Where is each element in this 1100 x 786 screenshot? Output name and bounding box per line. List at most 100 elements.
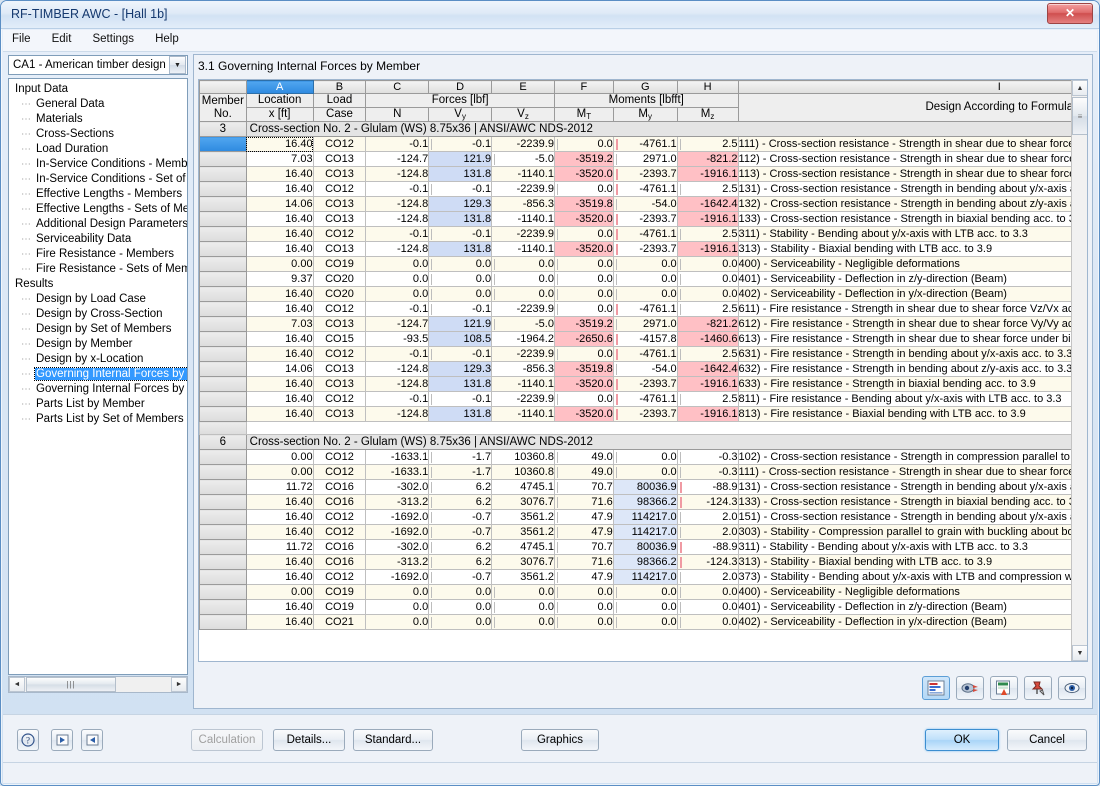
cell-force-n[interactable]: -0.1	[365, 301, 430, 317]
cell-force-vy[interactable]: 131.8	[428, 166, 493, 182]
cell-location[interactable]: 16.40	[245, 241, 314, 257]
column-header-f[interactable]: F	[553, 80, 614, 94]
cell-force-vy[interactable]: 131.8	[428, 406, 493, 422]
next-page-button[interactable]	[81, 729, 103, 751]
menu-item-help[interactable]: Help	[146, 30, 188, 48]
cell-force-vy[interactable]: 6.2	[428, 539, 493, 555]
cell-location[interactable]: 16.40	[245, 554, 314, 570]
cell-force-n[interactable]: 0.0	[365, 286, 430, 302]
cell-location[interactable]: 16.40	[245, 286, 314, 302]
cell-moment-my[interactable]: 80036.9	[612, 479, 678, 495]
cell-moment-mt[interactable]: 0.0	[553, 181, 614, 197]
member-no-cell[interactable]	[199, 479, 247, 495]
cell-force-vz[interactable]: 0.0	[491, 286, 555, 302]
cell-moment-mt[interactable]: 47.9	[553, 509, 614, 525]
cell-force-vz[interactable]: 10360.8	[491, 464, 555, 480]
cell-location[interactable]: 16.40	[245, 166, 314, 182]
cell-force-n[interactable]: -1692.0	[365, 569, 430, 585]
cell-design-formula[interactable]: 313) - Stability - Biaxial bending with …	[737, 554, 1087, 570]
cell-force-vz[interactable]: -1140.1	[491, 241, 555, 257]
cell-moment-mt[interactable]: 47.9	[553, 569, 614, 585]
cell-moment-mz[interactable]: -1916.1	[676, 211, 739, 227]
scroll-down-icon[interactable]: ▼	[1072, 645, 1087, 661]
cell-design-formula[interactable]: 813) - Fire resistance - Biaxial bending…	[737, 406, 1087, 422]
standard-button[interactable]: Standard...	[353, 729, 433, 751]
cell-location[interactable]: 0.00	[245, 464, 314, 480]
cell-force-vz[interactable]: 0.0	[491, 614, 555, 630]
cell-moment-mz[interactable]: 2.5	[676, 226, 739, 242]
cell-design-formula[interactable]: 400) - Serviceability - Negligible defor…	[737, 256, 1087, 272]
cell-force-vz[interactable]: -856.3	[491, 196, 555, 212]
cell-force-n[interactable]: -1692.0	[365, 509, 430, 525]
cell-location[interactable]: 14.06	[245, 361, 314, 377]
cell-location[interactable]: 16.40	[245, 569, 314, 585]
cell-moment-my[interactable]: 0.0	[612, 614, 678, 630]
cell-design-formula[interactable]: 132) - Cross-section resistance - Streng…	[737, 196, 1087, 212]
column-header-c[interactable]: C	[365, 80, 430, 94]
results-vertical-scrollbar[interactable]: ▲ ≡ ▼	[1071, 80, 1087, 661]
cell-force-n[interactable]: -302.0	[365, 539, 430, 555]
cell-force-vy[interactable]: -0.1	[428, 181, 493, 197]
member-no-cell[interactable]	[199, 211, 247, 227]
cell-moment-my[interactable]: 98366.2	[612, 554, 678, 570]
cell-design-formula[interactable]: 131) - Cross-section resistance - Streng…	[737, 479, 1087, 495]
member-no-cell[interactable]: 3	[199, 121, 247, 137]
cell-force-vy[interactable]: -0.7	[428, 524, 493, 540]
cell-force-vy[interactable]: -0.7	[428, 509, 493, 525]
cell-moment-mz[interactable]: -821.2	[676, 151, 739, 167]
tree-item-design-by-set-of-members[interactable]: ⋯ Design by Set of Members	[9, 322, 187, 337]
cell-moment-mz[interactable]: 0.0	[676, 584, 739, 600]
cell-force-n[interactable]: -0.1	[365, 136, 430, 152]
tree-item-design-by-x-location[interactable]: ⋯ Design by x-Location	[9, 352, 187, 367]
cell-force-vy[interactable]: 121.9	[428, 316, 493, 332]
cell-design-formula[interactable]: 612) - Fire resistance - Strength in she…	[737, 316, 1087, 332]
cell-force-n[interactable]: -1633.1	[365, 449, 430, 465]
menu-item-settings[interactable]: Settings	[83, 30, 143, 48]
cell-location[interactable]: 16.40	[245, 331, 314, 347]
cell-force-vz[interactable]: -1140.1	[491, 406, 555, 422]
cell-force-vy[interactable]: 129.3	[428, 361, 493, 377]
cell-moment-mt[interactable]: 0.0	[553, 346, 614, 362]
scrollbar-thumb-vertical[interactable]: ≡	[1072, 97, 1087, 135]
cell-force-vz[interactable]: 4745.1	[491, 479, 555, 495]
cell-moment-mt[interactable]: -3520.0	[553, 241, 614, 257]
tree-item-serviceability-data[interactable]: ⋯ Serviceability Data	[9, 232, 187, 247]
cell-force-vz[interactable]: 0.0	[491, 271, 555, 287]
cell-force-vz[interactable]: -1140.1	[491, 166, 555, 182]
export-excel-icon[interactable]	[990, 676, 1018, 700]
details-button[interactable]: Details...	[273, 729, 345, 751]
cell-location[interactable]: 16.40	[245, 614, 314, 630]
ok-button[interactable]: OK	[925, 729, 999, 751]
cell-force-n[interactable]: -124.8	[365, 406, 430, 422]
cell-load-case[interactable]: CO13	[312, 166, 367, 182]
cell-moment-mt[interactable]: -3519.8	[553, 196, 614, 212]
column-header-e[interactable]: E	[491, 80, 555, 94]
cell-force-n[interactable]: 0.0	[365, 271, 430, 287]
cell-design-formula[interactable]: 111) - Cross-section resistance - Streng…	[737, 136, 1087, 152]
member-no-cell[interactable]	[199, 331, 247, 347]
cell-force-vy[interactable]: -0.1	[428, 346, 493, 362]
member-no-cell[interactable]	[199, 391, 247, 407]
cell-force-vy[interactable]: -0.1	[428, 301, 493, 317]
cell-design-formula[interactable]: 402) - Serviceability - Deflection in y/…	[737, 286, 1087, 302]
member-no-cell[interactable]	[199, 584, 247, 600]
tree-group-input-data[interactable]: Input Data	[9, 82, 187, 97]
cell-force-n[interactable]: -0.1	[365, 346, 430, 362]
cell-load-case[interactable]: CO12	[312, 136, 367, 152]
navigator-horizontal-scrollbar[interactable]: ◄ ||| ►	[8, 676, 188, 693]
cell-moment-mt[interactable]: -3519.2	[553, 151, 614, 167]
cell-location[interactable]: 16.40	[245, 509, 314, 525]
cell-location[interactable]: 0.00	[245, 584, 314, 600]
cell-load-case[interactable]: CO12	[312, 391, 367, 407]
cell-force-vy[interactable]: 0.0	[428, 286, 493, 302]
view-mode-icon[interactable]	[956, 676, 984, 700]
cell-moment-mz[interactable]: -1642.4	[676, 196, 739, 212]
column-header-d[interactable]: D	[428, 80, 493, 94]
menu-item-file[interactable]: File	[3, 30, 40, 48]
column-header-i[interactable]: I	[737, 80, 1087, 94]
cell-load-case[interactable]: CO16	[312, 479, 367, 495]
cell-design-formula[interactable]: 632) - Fire resistance - Strength in ben…	[737, 361, 1087, 377]
cell-moment-mt[interactable]: 0.0	[553, 286, 614, 302]
member-no-cell[interactable]	[199, 301, 247, 317]
cell-force-vz[interactable]: -1140.1	[491, 376, 555, 392]
